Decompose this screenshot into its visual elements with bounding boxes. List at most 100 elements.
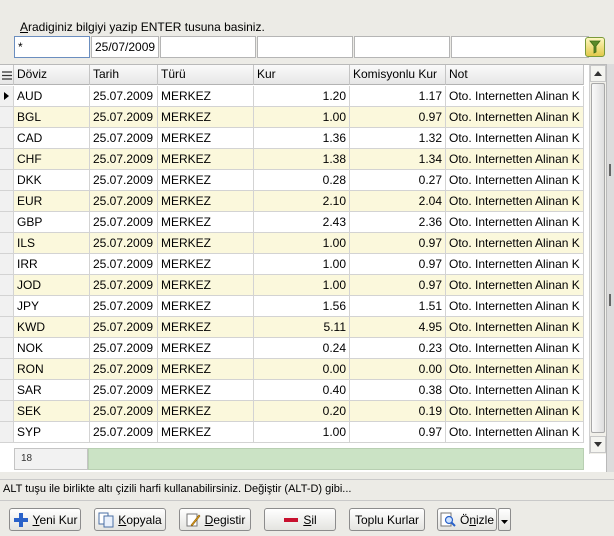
cell-not[interactable]: Oto. Internetten Alinan K (446, 191, 584, 211)
cell-komisyonlu-kur[interactable]: 2.04 (350, 191, 446, 211)
cell-turu[interactable]: MERKEZ (158, 86, 254, 106)
cell-not[interactable]: Oto. Internetten Alinan K (446, 233, 584, 253)
cell-turu[interactable]: MERKEZ (158, 275, 254, 295)
new-rate-button[interactable]: Yeni Kur (9, 508, 81, 531)
row-indicator[interactable] (0, 233, 14, 253)
cell-not[interactable]: Oto. Internetten Alinan K (446, 359, 584, 379)
cell-turu[interactable]: MERKEZ (158, 317, 254, 337)
current-row-icon[interactable] (0, 86, 14, 106)
table-row[interactable]: EUR 25.07.2009 MERKEZ 2.10 2.04 Oto. Internet… (0, 191, 584, 212)
cell-tarih[interactable]: 25.07.2009 (90, 212, 158, 232)
cell-turu[interactable]: MERKEZ (158, 422, 254, 442)
cell-doviz[interactable]: KWD (14, 317, 90, 337)
filter-turu[interactable] (160, 36, 256, 58)
cell-komisyonlu-kur[interactable]: 0.97 (350, 422, 446, 442)
cell-kur[interactable]: 0.00 (254, 359, 350, 379)
cell-tarih[interactable]: 25.07.2009 (90, 86, 158, 106)
cell-tarih[interactable]: 25.07.2009 (90, 380, 158, 400)
cell-not[interactable]: Oto. Internetten Alinan K (446, 107, 584, 127)
cell-komisyonlu-kur[interactable]: 4.95 (350, 317, 446, 337)
row-indicator[interactable] (0, 128, 14, 148)
cell-not[interactable]: Oto. Internetten Alinan K (446, 170, 584, 190)
table-row[interactable]: DKK 25.07.2009 MERKEZ 0.28 0.27 Oto. Internet… (0, 170, 584, 191)
cell-doviz[interactable]: SAR (14, 380, 90, 400)
delete-button[interactable]: Sil (264, 508, 336, 531)
cell-doviz[interactable]: CHF (14, 149, 90, 169)
cell-kur[interactable]: 1.00 (254, 422, 350, 442)
cell-tarih[interactable]: 25.07.2009 (90, 170, 158, 190)
row-indicator[interactable] (0, 296, 14, 316)
preview-button[interactable]: Önizle (437, 508, 497, 531)
scrollbar-thumb[interactable] (591, 83, 605, 433)
cell-doviz[interactable]: GBP (14, 212, 90, 232)
cell-komisyonlu-kur[interactable]: 0.97 (350, 233, 446, 253)
table-row[interactable]: JOD 25.07.2009 MERKEZ 1.00 0.97 Oto. Internet… (0, 275, 584, 296)
cell-kur[interactable]: 2.43 (254, 212, 350, 232)
cell-tarih[interactable]: 25.07.2009 (90, 359, 158, 379)
cell-tarih[interactable]: 25.07.2009 (90, 233, 158, 253)
cell-turu[interactable]: MERKEZ (158, 128, 254, 148)
cell-tarih[interactable]: 25.07.2009 (90, 128, 158, 148)
cell-tarih[interactable]: 25.07.2009 (90, 275, 158, 295)
cell-not[interactable]: Oto. Internetten Alinan K (446, 275, 584, 295)
cell-kur[interactable]: 1.00 (254, 275, 350, 295)
cell-komisyonlu-kur[interactable]: 0.27 (350, 170, 446, 190)
cell-not[interactable]: Oto. Internetten Alinan K (446, 128, 584, 148)
cell-tarih[interactable]: 25.07.2009 (90, 338, 158, 358)
cell-not[interactable]: Oto. Internetten Alinan K (446, 401, 584, 421)
row-indicator[interactable] (0, 254, 14, 274)
row-indicator[interactable] (0, 359, 14, 379)
cell-kur[interactable]: 0.20 (254, 401, 350, 421)
row-indicator[interactable] (0, 212, 14, 232)
cell-turu[interactable]: MERKEZ (158, 359, 254, 379)
cell-kur[interactable]: 2.10 (254, 191, 350, 211)
cell-kur[interactable]: 1.56 (254, 296, 350, 316)
cell-kur[interactable]: 1.20 (254, 86, 350, 106)
cell-komisyonlu-kur[interactable]: 1.32 (350, 128, 446, 148)
cell-not[interactable]: Oto. Internetten Alinan K (446, 296, 584, 316)
row-indicator[interactable] (0, 170, 14, 190)
row-indicator[interactable] (0, 149, 14, 169)
cell-turu[interactable]: MERKEZ (158, 212, 254, 232)
cell-kur[interactable]: 5.11 (254, 317, 350, 337)
table-row[interactable]: JPY 25.07.2009 MERKEZ 1.56 1.51 Oto. Internet… (0, 296, 584, 317)
cell-kur[interactable]: 0.40 (254, 380, 350, 400)
column-header-tarih[interactable]: Tarih (90, 65, 158, 85)
column-header-kur[interactable]: Kur (254, 65, 350, 85)
cell-tarih[interactable]: 25.07.2009 (90, 191, 158, 211)
cell-tarih[interactable]: 25.07.2009 (90, 254, 158, 274)
table-row[interactable]: ILS 25.07.2009 MERKEZ 1.00 0.97 Oto. Internet… (0, 233, 584, 254)
table-row[interactable]: NOK 25.07.2009 MERKEZ 0.24 0.23 Oto. Internet… (0, 338, 584, 359)
cell-tarih[interactable]: 25.07.2009 (90, 317, 158, 337)
cell-komisyonlu-kur[interactable]: 2.36 (350, 212, 446, 232)
cell-doviz[interactable]: BGL (14, 107, 90, 127)
cell-not[interactable]: Oto. Internetten Alinan K (446, 380, 584, 400)
scroll-down-icon[interactable] (590, 436, 606, 453)
cell-turu[interactable]: MERKEZ (158, 401, 254, 421)
column-header-doviz[interactable]: Döviz (14, 65, 90, 85)
row-indicator[interactable] (0, 401, 14, 421)
cell-not[interactable]: Oto. Internetten Alinan K (446, 212, 584, 232)
cell-not[interactable]: Oto. Internetten Alinan K (446, 338, 584, 358)
table-row[interactable]: SYP 25.07.2009 MERKEZ 1.00 0.97 Oto. Internet… (0, 422, 584, 443)
column-header-not[interactable]: Not (446, 65, 584, 85)
table-row[interactable]: SAR 25.07.2009 MERKEZ 0.40 0.38 Oto. Internet… (0, 380, 584, 401)
cell-tarih[interactable]: 25.07.2009 (90, 401, 158, 421)
filter-not[interactable] (451, 36, 589, 58)
cell-doviz[interactable]: EUR (14, 191, 90, 211)
cell-komisyonlu-kur[interactable]: 0.97 (350, 254, 446, 274)
copy-button[interactable]: Kopyala (94, 508, 166, 531)
row-indicator[interactable] (0, 317, 14, 337)
cell-doviz[interactable]: AUD (14, 86, 90, 106)
cell-turu[interactable]: MERKEZ (158, 296, 254, 316)
preview-dropdown-button[interactable] (498, 508, 511, 531)
cell-kur[interactable]: 1.36 (254, 128, 350, 148)
filter-kur[interactable] (257, 36, 353, 58)
table-row[interactable]: GBP 25.07.2009 MERKEZ 2.43 2.36 Oto. Internet… (0, 212, 584, 233)
table-row[interactable]: CAD 25.07.2009 MERKEZ 1.36 1.32 Oto. Internet… (0, 128, 584, 149)
cell-komisyonlu-kur[interactable]: 0.19 (350, 401, 446, 421)
cell-kur[interactable]: 1.00 (254, 233, 350, 253)
row-indicator[interactable] (0, 380, 14, 400)
edit-button[interactable]: Degistir (179, 508, 251, 531)
filter-tarih[interactable]: 25/07/2009 (91, 36, 159, 58)
